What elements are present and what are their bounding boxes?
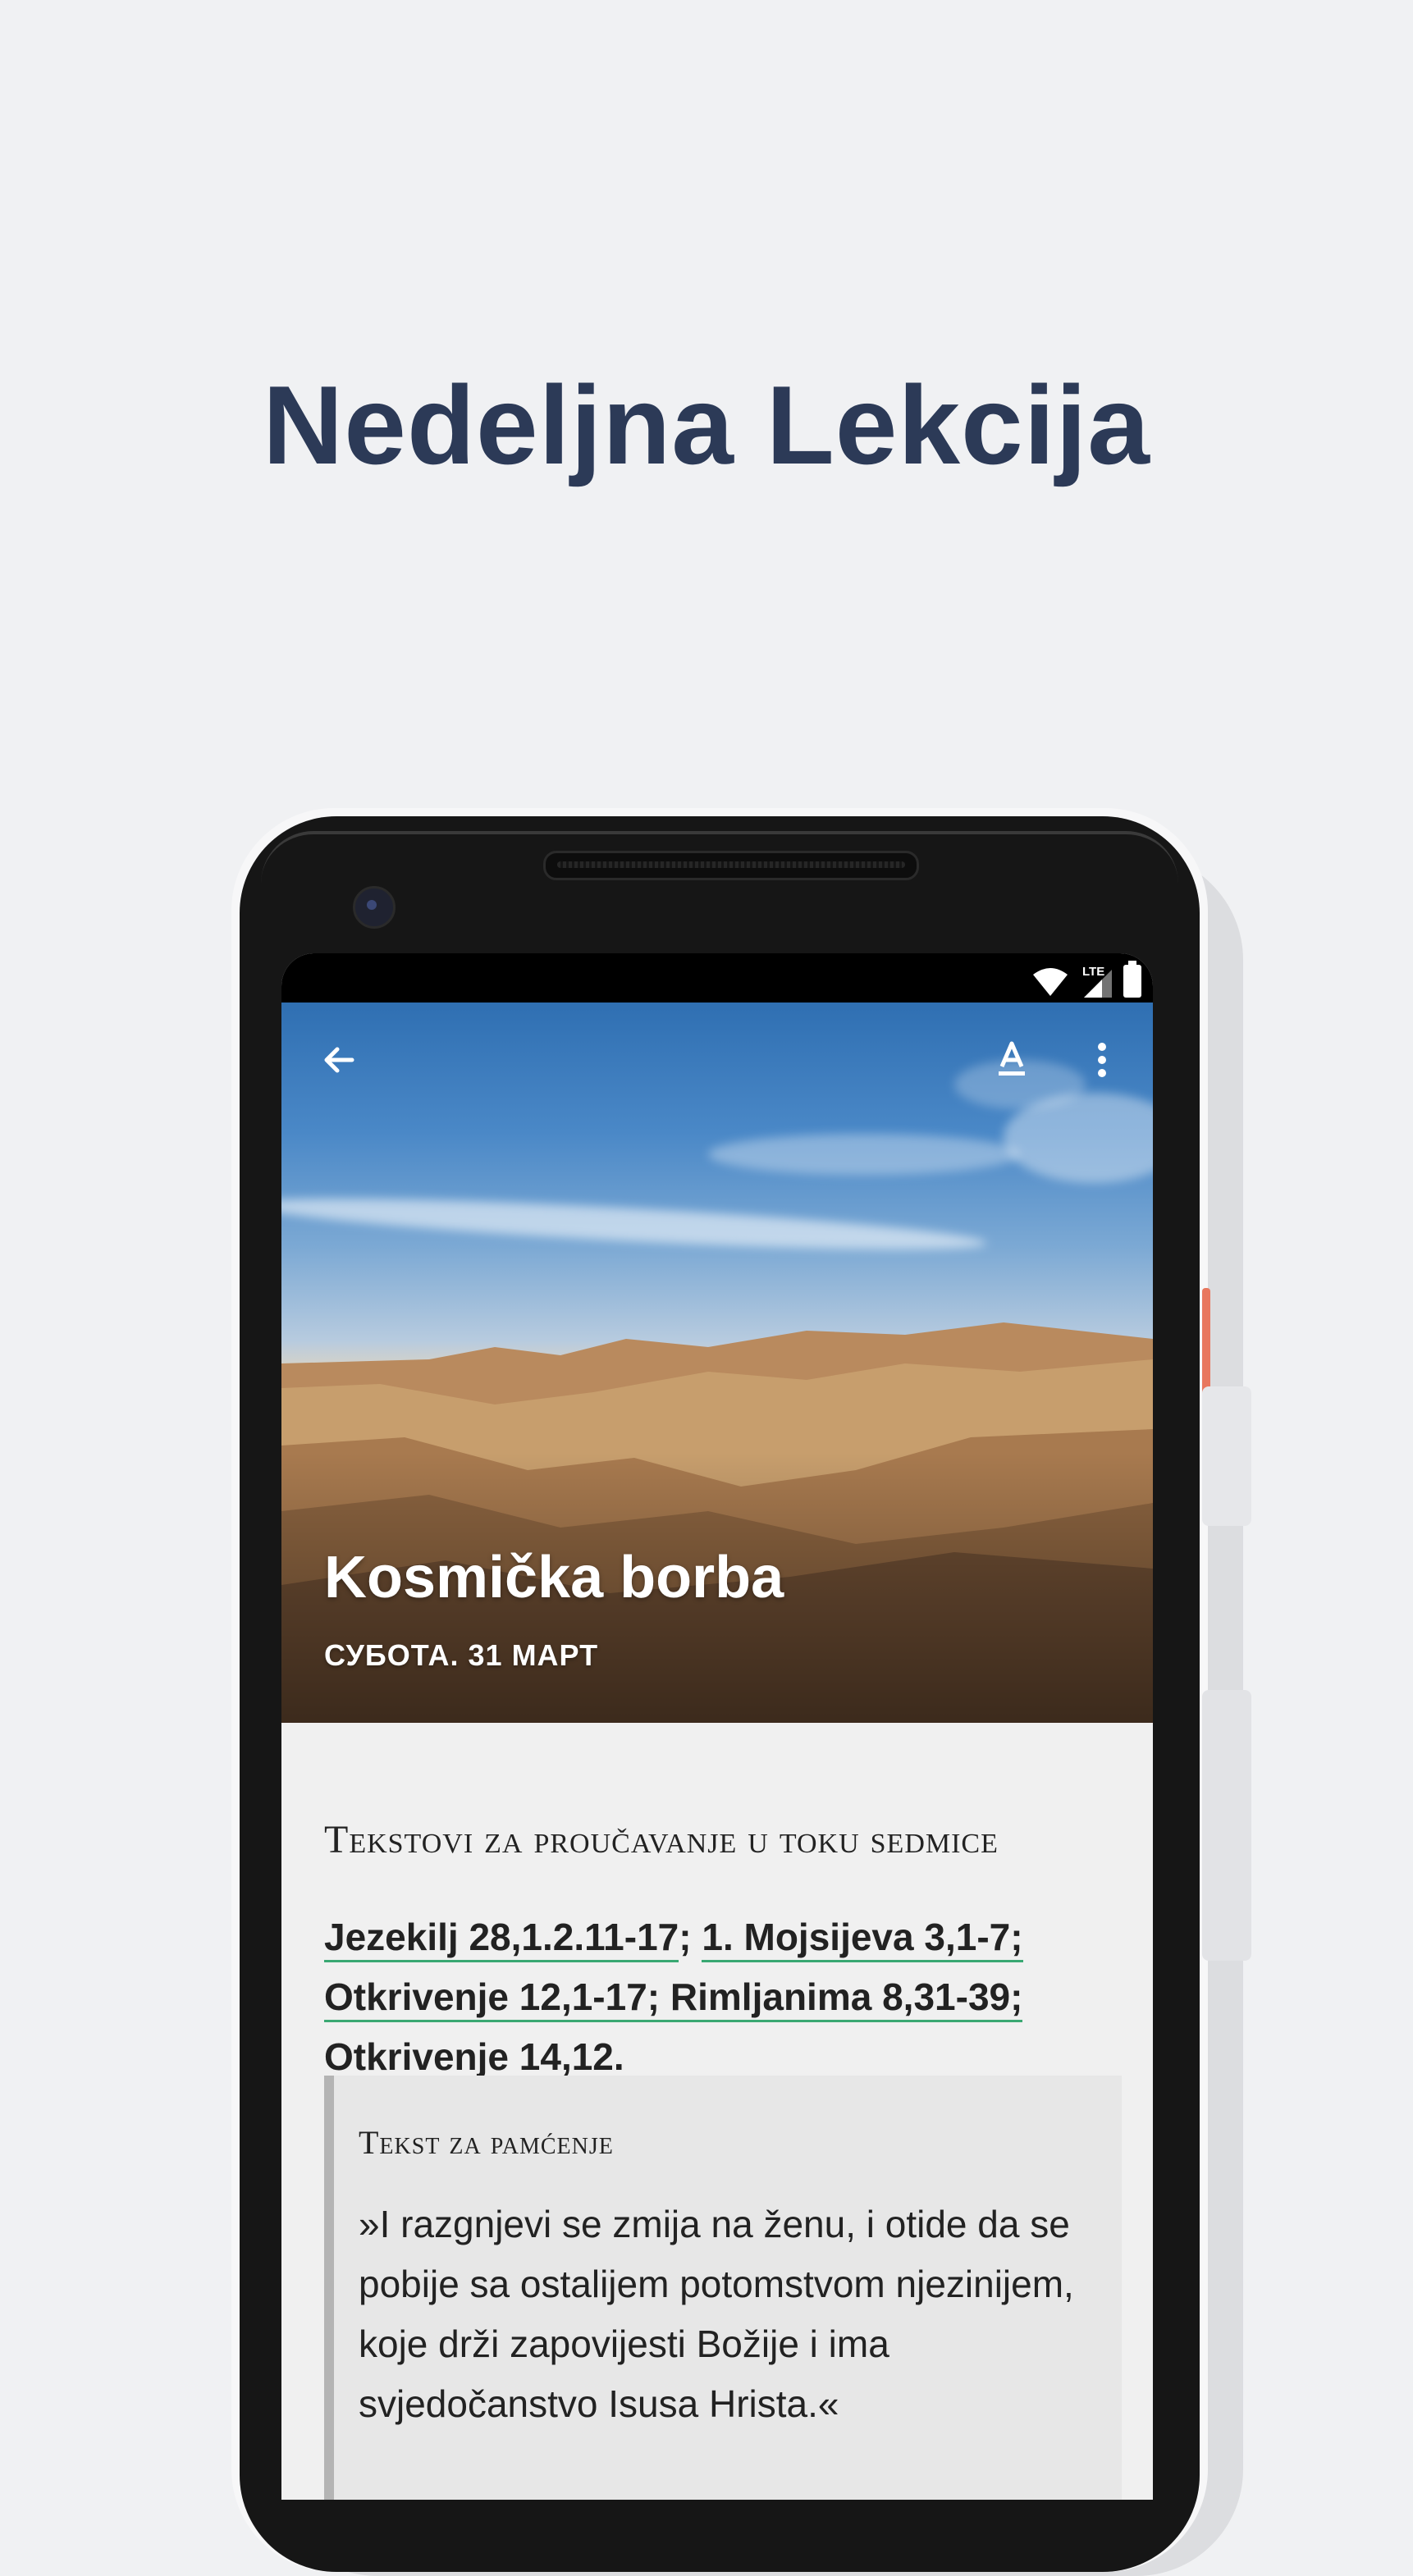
wifi-icon	[1033, 968, 1068, 996]
bible-reference-link[interactable]: Otkrivenje 12,1-17	[324, 1975, 647, 2022]
lesson-date: СУБОТА. 31 МАРТ	[324, 1638, 599, 1672]
status-icons: LTE	[1031, 960, 1141, 998]
front-camera	[353, 886, 396, 929]
side-button	[1202, 1690, 1251, 1961]
cloud	[708, 1134, 1020, 1175]
back-arrow-icon[interactable]	[314, 1035, 364, 1085]
separator: ;	[679, 1916, 702, 1958]
lesson-hero-image: Kosmička borba СУБОТА. 31 МАРТ	[281, 1003, 1153, 1723]
reading-line: Jezekilj 28,1.2.11-17; 1. Mojsijeva 3,1-…	[324, 1907, 1112, 1967]
separator: ;	[1010, 1916, 1023, 1962]
study-references: Jezekilj 28,1.2.11-17; 1. Mojsijeva 3,1-…	[324, 1907, 1112, 2087]
more-vert-icon[interactable]	[1086, 1035, 1118, 1085]
battery-icon	[1123, 961, 1141, 998]
bible-reference-link[interactable]: Jezekilj 28,1.2.11-17	[324, 1916, 679, 1962]
bible-reference-link[interactable]: 1. Mojsijeva 3,1-7	[702, 1916, 1011, 1962]
status-bar: LTE	[281, 953, 1153, 1003]
signal-icon: LTE	[1079, 965, 1113, 998]
memory-heading: Tekst za pamćenje	[359, 2124, 614, 2161]
page-headline: Nedeljna Lekcija	[263, 363, 1150, 487]
separator: .	[613, 2035, 624, 2078]
separator: ;	[647, 1975, 670, 2022]
volume-button	[1202, 1386, 1251, 1526]
phone-screen: LTE Kosmička borba СУБОТА. 31 МАРТ Tekst…	[281, 953, 1153, 2500]
cloud	[281, 1188, 988, 1260]
memory-verse-text: »I razgnjevi se zmija na ženu, i otide d…	[359, 2203, 1074, 2425]
memory-verse-block: Tekst za pamćenje »I razgnjevi se zmija …	[324, 2076, 1122, 2500]
bible-reference-link[interactable]: Rimljanima 8,31-39	[670, 1975, 1011, 2022]
font-size-icon[interactable]	[987, 1034, 1036, 1083]
lesson-title: Kosmička borba	[324, 1545, 784, 1610]
separator: ;	[1010, 1975, 1023, 2022]
phone-speaker	[543, 851, 919, 880]
reading-line: Otkrivenje 12,1-17; Rimljanima 8,31-39;	[324, 1967, 1112, 2027]
study-heading: Tekstovi za proučavanje u toku sedmice	[324, 1818, 999, 1861]
